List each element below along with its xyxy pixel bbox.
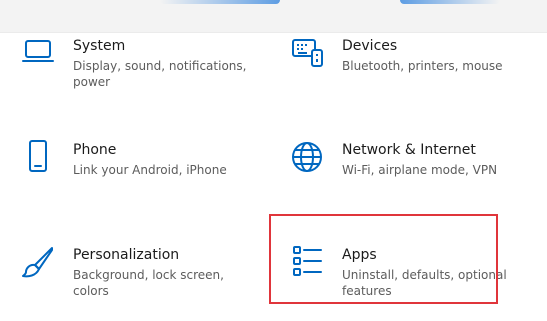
window-top-strip — [0, 0, 547, 33]
phone-icon — [21, 140, 55, 174]
header-decoration — [400, 0, 500, 4]
settings-tile-network[interactable]: Network & Internet Wi-Fi, airplane mode,… — [290, 140, 520, 216]
tile-description: Background, lock screen, colors — [73, 268, 224, 298]
apps-highlight-box — [269, 214, 498, 304]
tile-description: Bluetooth, printers, mouse — [342, 59, 503, 73]
laptop-icon — [21, 36, 55, 70]
tile-description: Link your Android, iPhone — [73, 163, 227, 177]
tile-title: Devices — [342, 38, 398, 54]
tile-title: Personalization — [73, 247, 180, 263]
settings-tile-personalization[interactable]: Personalization Background, lock screen,… — [21, 245, 251, 321]
keyboard-icon — [290, 36, 324, 70]
brush-icon — [21, 245, 55, 279]
settings-tile-devices[interactable]: Devices Bluetooth, printers, mouse — [290, 36, 520, 112]
globe-icon — [290, 140, 324, 174]
tile-description: Wi-Fi, airplane mode, VPN — [342, 163, 498, 177]
tile-description: Display, sound, notifications, power — [73, 59, 247, 89]
tile-title: System — [73, 38, 126, 54]
settings-tile-phone[interactable]: Phone Link your Android, iPhone — [21, 140, 251, 216]
tile-title: Network & Internet — [342, 142, 476, 158]
settings-tile-system[interactable]: System Display, sound, notifications, po… — [21, 36, 251, 112]
header-decoration — [160, 0, 280, 4]
tile-title: Phone — [73, 142, 117, 158]
